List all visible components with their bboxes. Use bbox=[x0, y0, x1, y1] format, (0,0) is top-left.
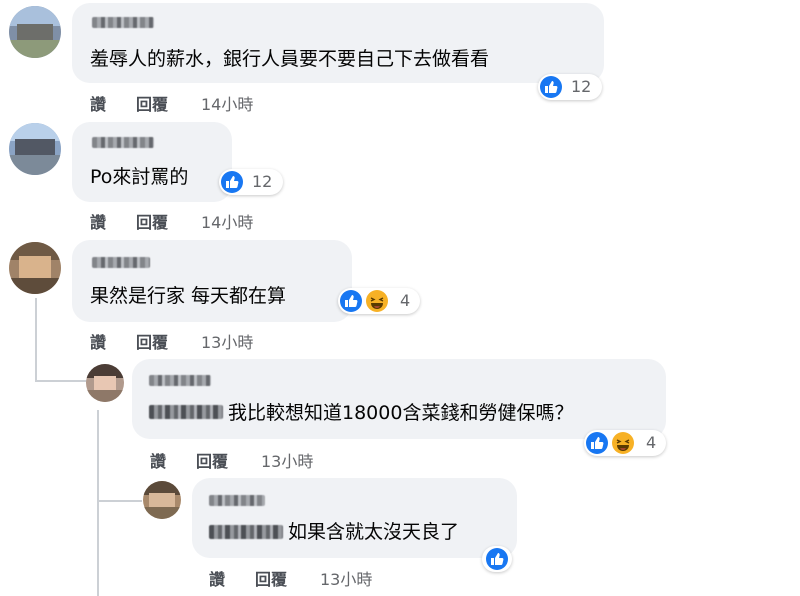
like-button[interactable]: 讚 bbox=[90, 91, 106, 115]
timestamp[interactable]: 13小時 bbox=[261, 448, 313, 472]
like-icon bbox=[486, 548, 508, 570]
comment-text: 羞辱人的薪水，銀行人員要不要自己下去做看看 bbox=[90, 48, 490, 70]
timestamp[interactable]: 14小時 bbox=[201, 91, 253, 115]
author-name[interactable] bbox=[92, 17, 154, 28]
reaction-summary[interactable]: 4 bbox=[584, 430, 666, 456]
comment-bubble: Po來討罵的 bbox=[72, 122, 232, 202]
comment-text: 如果含就太沒天良了 bbox=[288, 521, 460, 543]
reply-button[interactable]: 回覆 bbox=[136, 329, 168, 353]
reaction-summary[interactable]: 12 bbox=[538, 74, 602, 100]
mention-tag[interactable] bbox=[209, 525, 283, 539]
reply-bubble: 我比較想知道18000含菜錢和勞健保嗎？ bbox=[132, 359, 666, 439]
like-button[interactable]: 讚 bbox=[150, 448, 166, 472]
thread-line bbox=[97, 410, 99, 596]
comment-bubble: 果然是行家 每天都在算 bbox=[72, 240, 352, 322]
thread-line bbox=[97, 500, 142, 502]
like-icon bbox=[540, 76, 562, 98]
comment-text: 果然是行家 每天都在算 bbox=[90, 285, 287, 307]
reaction-summary[interactable]: 4 bbox=[338, 288, 420, 314]
reply-button[interactable]: 回覆 bbox=[136, 209, 168, 233]
like-button[interactable]: 讚 bbox=[209, 566, 225, 590]
thread-line bbox=[35, 380, 87, 382]
author-name[interactable] bbox=[209, 495, 265, 506]
like-button[interactable]: 讚 bbox=[90, 329, 106, 353]
comment-text: Po來討罵的 bbox=[90, 166, 189, 188]
timestamp[interactable]: 13小時 bbox=[201, 329, 253, 353]
reply-button[interactable]: 回覆 bbox=[136, 91, 168, 115]
reaction-summary[interactable] bbox=[482, 546, 512, 572]
avatar[interactable] bbox=[86, 364, 124, 402]
reaction-summary[interactable]: 12 bbox=[219, 169, 283, 195]
comment-bubble: 羞辱人的薪水，銀行人員要不要自己下去做看看 bbox=[72, 3, 604, 83]
reaction-count: 4 bbox=[646, 433, 657, 452]
avatar[interactable] bbox=[143, 481, 181, 519]
avatar[interactable] bbox=[9, 242, 61, 294]
reaction-count: 12 bbox=[571, 77, 592, 96]
like-icon bbox=[340, 290, 362, 312]
timestamp[interactable]: 13小時 bbox=[320, 566, 372, 590]
author-name[interactable] bbox=[149, 375, 211, 386]
reply-bubble: 如果含就太沒天良了 bbox=[192, 478, 517, 558]
reply-button[interactable]: 回覆 bbox=[196, 448, 228, 472]
comment-text: 我比較想知道18000含菜錢和勞健保嗎？ bbox=[228, 402, 574, 424]
author-name[interactable] bbox=[92, 137, 154, 148]
mention-tag[interactable] bbox=[149, 405, 223, 419]
like-button[interactable]: 讚 bbox=[90, 209, 106, 233]
avatar[interactable] bbox=[9, 123, 61, 175]
reply-button[interactable]: 回覆 bbox=[255, 566, 287, 590]
reaction-count: 4 bbox=[400, 291, 411, 310]
author-name[interactable] bbox=[92, 257, 150, 268]
thread-line bbox=[35, 298, 37, 380]
haha-icon bbox=[366, 290, 388, 312]
reaction-count: 12 bbox=[252, 172, 273, 191]
like-icon bbox=[221, 171, 243, 193]
avatar[interactable] bbox=[9, 6, 61, 58]
like-icon bbox=[586, 432, 608, 454]
timestamp[interactable]: 14小時 bbox=[201, 209, 253, 233]
haha-icon bbox=[612, 432, 634, 454]
